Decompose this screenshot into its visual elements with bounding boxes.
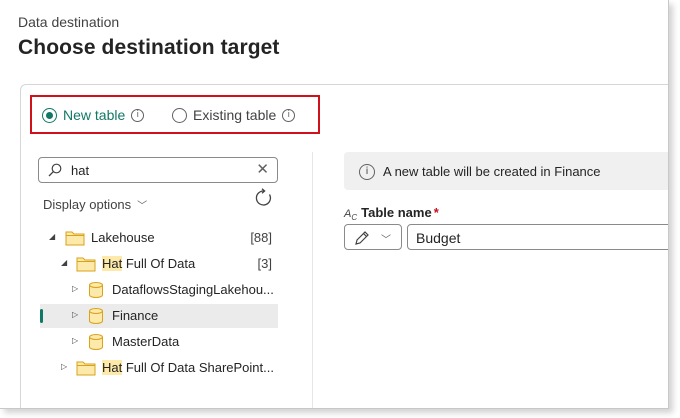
collapsed-arrow-icon[interactable]: ▷ — [72, 284, 78, 293]
search-icon — [48, 163, 62, 182]
lakehouse-icon — [88, 281, 104, 302]
pencil-icon — [354, 230, 370, 251]
lakehouse-icon — [88, 307, 104, 328]
expanded-arrow-icon[interactable]: ◢ — [61, 258, 67, 267]
tree-item-label: Finance — [112, 308, 159, 323]
expanded-arrow-icon[interactable]: ◢ — [49, 232, 55, 241]
tree-item-count: [88] — [250, 230, 272, 245]
info-icon: i — [359, 164, 375, 180]
radio-selected-icon — [42, 107, 57, 123]
text-type-icon: AC — [344, 208, 358, 223]
new-table-label: New table — [63, 107, 126, 123]
pane-divider — [312, 152, 313, 408]
dialog-subtitle: Data destination — [18, 14, 120, 30]
info-icon[interactable]: i — [131, 108, 145, 122]
radio-unselected-icon — [172, 107, 187, 123]
required-mark: * — [433, 205, 439, 220]
selection-indicator — [40, 309, 43, 323]
table-name-input[interactable]: Budget — [407, 224, 668, 250]
new-table-radio[interactable]: New table i — [42, 107, 145, 123]
tree-item-label: DataflowsStagingLakehou... — [112, 282, 274, 297]
tree-item-finance[interactable]: ▷ Finance — [40, 304, 278, 328]
tree-item-dataflows-staging[interactable]: ▷ DataflowsStagingLakehou... — [40, 278, 278, 302]
collapsed-arrow-icon[interactable]: ▷ — [61, 362, 67, 371]
collapsed-arrow-icon[interactable]: ▷ — [72, 310, 78, 319]
display-options-label: Display options — [43, 197, 132, 212]
folder-icon — [76, 359, 96, 379]
tree-item-label: Hat Full Of Data — [102, 256, 196, 271]
display-options-dropdown[interactable]: Display options ﹀ — [43, 197, 147, 212]
tree-item-lakehouse[interactable]: ◢ Lakehouse [88] — [40, 226, 278, 250]
info-message: A new table will be created in Finance — [383, 164, 601, 179]
tree-item-label: Lakehouse — [91, 230, 155, 245]
existing-table-radio[interactable]: Existing table i — [172, 107, 296, 123]
folder-icon — [65, 229, 85, 249]
tree-item-hat-full-of-data-sharepoint[interactable]: ▷ Hat Full Of Data SharePoint... — [40, 356, 278, 380]
tree-item-count: [3] — [257, 256, 272, 271]
refresh-icon[interactable] — [254, 188, 274, 213]
lakehouse-icon — [88, 333, 104, 354]
folder-icon — [76, 255, 96, 275]
edit-mode-dropdown[interactable]: ﹀ — [344, 224, 402, 250]
chevron-down-icon: ﹀ — [137, 201, 148, 212]
existing-table-label: Existing table — [193, 107, 277, 123]
dialog-title: Choose destination target — [18, 36, 280, 59]
tree-item-hat-full-of-data[interactable]: ◢ Hat Full Of Data [3] — [40, 252, 278, 276]
close-icon[interactable]: ✕ — [256, 162, 269, 178]
search-input[interactable]: hat ✕ — [38, 157, 278, 183]
search-value: hat — [71, 163, 90, 178]
table-name-label: AC Table name * — [344, 205, 439, 223]
tree-item-masterdata[interactable]: ▷ MasterData — [40, 330, 278, 354]
info-icon[interactable]: i — [282, 108, 296, 122]
tree-item-label: Hat Full Of Data SharePoint... — [102, 360, 274, 375]
tree-item-label: MasterData — [112, 334, 180, 349]
info-message-bar: i A new table will be created in Finance — [344, 152, 668, 190]
destination-dialog: Data destination Choose destination targ… — [0, 0, 669, 409]
chevron-down-icon: ﹀ — [381, 235, 391, 246]
table-name-value: Budget — [416, 230, 461, 246]
collapsed-arrow-icon[interactable]: ▷ — [72, 336, 78, 345]
